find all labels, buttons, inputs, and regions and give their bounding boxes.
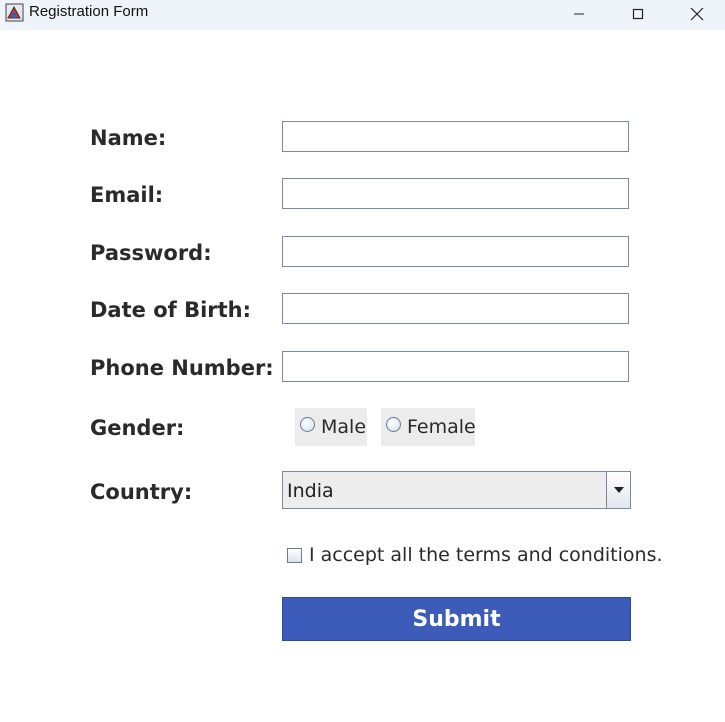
country-select[interactable]: India	[282, 471, 631, 509]
password-field[interactable]	[282, 236, 629, 267]
maximize-icon	[632, 8, 644, 20]
dropdown-arrow-button[interactable]	[606, 472, 630, 508]
name-field[interactable]	[282, 121, 629, 152]
email-field[interactable]	[282, 178, 629, 209]
chevron-down-icon	[613, 487, 624, 493]
terms-checkbox-row[interactable]: I accept all the terms and conditions.	[287, 543, 663, 567]
gender-label: Gender:	[90, 416, 185, 440]
dob-field[interactable]	[282, 293, 629, 324]
window-title: Registration Form	[29, 3, 149, 20]
gender-female-radio[interactable]: Female	[381, 408, 476, 446]
gender-male-radio[interactable]: Male	[295, 408, 367, 446]
phone-label: Phone Number:	[90, 356, 274, 380]
phone-field[interactable]	[282, 351, 629, 382]
maximize-button[interactable]	[614, 0, 662, 28]
close-button[interactable]	[673, 0, 721, 28]
terms-label: I accept all the terms and conditions.	[309, 544, 663, 566]
minimize-icon	[574, 13, 584, 15]
password-label: Password:	[90, 241, 212, 265]
country-selected-value: India	[287, 480, 334, 502]
gender-female-label: Female	[407, 416, 476, 438]
dob-label: Date of Birth:	[90, 298, 252, 322]
gender-male-label: Male	[321, 416, 367, 438]
name-label: Name:	[90, 126, 167, 150]
title-bar: Registration Form	[0, 0, 725, 30]
radio-circle-icon	[300, 416, 315, 432]
minimize-button[interactable]	[555, 0, 603, 28]
close-icon	[690, 7, 704, 21]
email-label: Email:	[90, 183, 164, 207]
radio-circle-icon	[386, 416, 401, 432]
java-app-icon	[5, 3, 24, 22]
submit-button[interactable]: Submit	[282, 597, 631, 641]
terms-checkbox[interactable]	[287, 547, 302, 563]
country-label: Country:	[90, 480, 193, 504]
